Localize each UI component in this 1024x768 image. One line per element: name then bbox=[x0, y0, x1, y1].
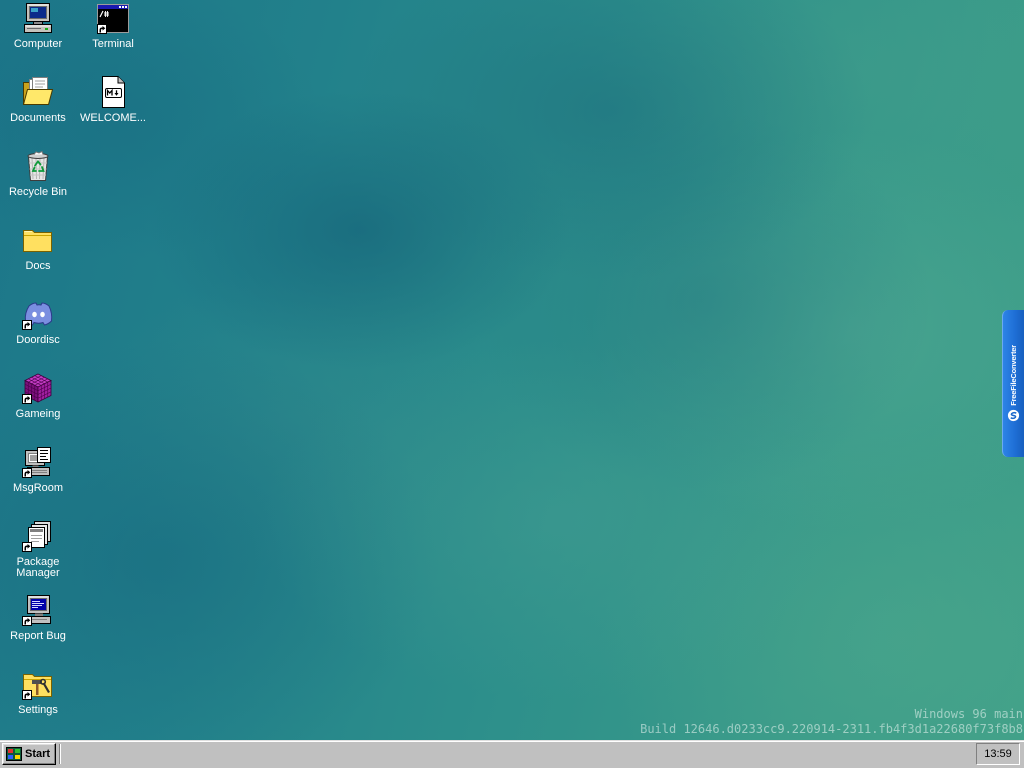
desktop-icon-label: MsgRoom bbox=[12, 482, 64, 494]
shortcut-arrow-icon bbox=[97, 24, 107, 34]
desktop-icon-label: Gameing bbox=[15, 408, 61, 420]
shortcut-arrow-icon bbox=[22, 320, 32, 330]
desktop-icon-label: WELCOME... bbox=[79, 112, 146, 124]
clock-text: 13:59 bbox=[984, 748, 1012, 760]
desktop-icon-terminal[interactable]: Terminal bbox=[75, 2, 151, 74]
shortcut-arrow-icon bbox=[22, 468, 32, 478]
desktop-icon-documents[interactable]: Documents bbox=[0, 76, 76, 148]
terminal-icon bbox=[97, 2, 129, 34]
desktop-icon-label: Recycle Bin bbox=[8, 186, 68, 198]
desktop-icon-label: Doordisc bbox=[16, 334, 60, 346]
computer-icon bbox=[22, 2, 54, 34]
desktop-icon-msgroom[interactable]: MsgRoom bbox=[0, 446, 76, 518]
version-title: Windows 96 main bbox=[914, 707, 1023, 721]
taskbar: Start 13:59 bbox=[0, 740, 1024, 768]
start-button[interactable]: Start bbox=[2, 743, 56, 765]
desktop-icon-report-bug[interactable]: Report Bug bbox=[0, 594, 76, 666]
desktop-icon-label: Docs bbox=[25, 260, 51, 272]
report-bug-icon bbox=[22, 594, 54, 626]
package-manager-icon bbox=[22, 520, 54, 552]
desktop-icon-docs[interactable]: Docs bbox=[0, 224, 76, 296]
shortcut-arrow-icon bbox=[22, 542, 32, 552]
shortcut-arrow-icon bbox=[22, 616, 32, 626]
markdown-file-icon bbox=[97, 76, 129, 108]
taskbar-separator bbox=[59, 744, 61, 764]
desktop-icon-settings[interactable]: Settings bbox=[0, 668, 76, 740]
desktop-icon-label: Terminal bbox=[92, 38, 134, 50]
desktop-icon-label: Settings bbox=[18, 704, 58, 716]
windows96-logo-icon bbox=[6, 746, 22, 762]
desktop-icon-welcome[interactable]: WELCOME... bbox=[75, 76, 151, 148]
desktop-icon-label: Computer bbox=[13, 38, 63, 50]
desktop-icon-gameing[interactable]: Gameing bbox=[0, 372, 76, 444]
game-cube-icon bbox=[22, 372, 54, 404]
settings-folder-icon bbox=[22, 668, 54, 700]
desktop-icon-label: Report Bug bbox=[10, 630, 66, 642]
shortcut-arrow-icon bbox=[22, 690, 32, 700]
discord-icon bbox=[22, 298, 54, 330]
desktop-icon-package-manager[interactable]: Package Manager bbox=[0, 520, 76, 592]
documents-folder-icon bbox=[22, 76, 54, 108]
desktop-icon-label: Documents bbox=[10, 112, 66, 124]
desktop-icon-recycle-bin[interactable]: Recycle Bin bbox=[0, 150, 76, 222]
msgroom-icon bbox=[22, 446, 54, 478]
desktop-icon-doordisc[interactable]: Doordisc bbox=[0, 298, 76, 370]
desktop-icon-label: Package Manager bbox=[16, 556, 60, 579]
desktop-icon-computer[interactable]: Computer bbox=[0, 2, 76, 74]
desktop[interactable]: Computer Documents Recycle Bin Docs Door… bbox=[0, 0, 1024, 740]
freefileconverter-side-tab[interactable]: FreeFileConverter bbox=[1002, 310, 1024, 457]
system-tray-clock[interactable]: 13:59 bbox=[976, 743, 1020, 765]
version-build: Build 12646.d0233cc9.220914-2311.fb4f3d1… bbox=[640, 722, 1023, 736]
version-watermark: Windows 96 main Build 12646.d0233cc9.220… bbox=[640, 707, 1023, 737]
recycle-bin-icon bbox=[22, 150, 54, 182]
folder-icon bbox=[22, 224, 54, 256]
freefileconverter-logo-icon bbox=[1007, 409, 1020, 422]
side-tab-label: FreeFileConverter bbox=[1009, 344, 1018, 406]
shortcut-arrow-icon bbox=[22, 394, 32, 404]
start-label: Start bbox=[25, 748, 51, 760]
